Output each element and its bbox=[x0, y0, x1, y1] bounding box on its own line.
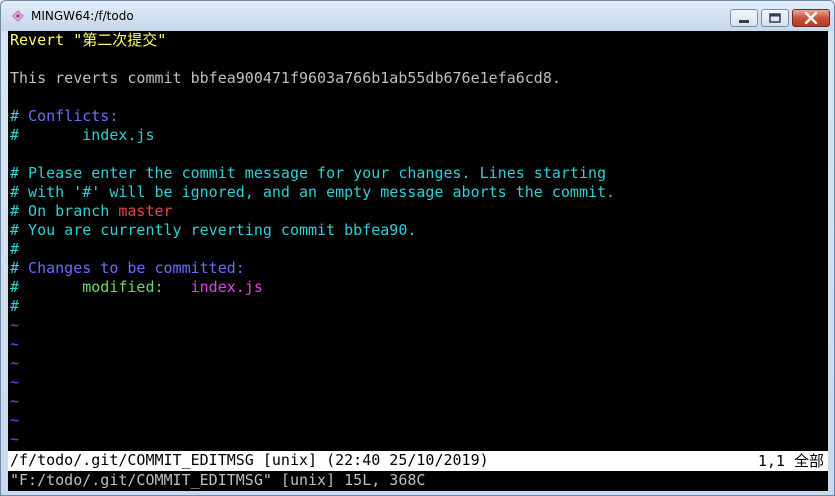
minimize-icon bbox=[739, 20, 749, 23]
reverting-line: # You are currently reverting commit bbf… bbox=[10, 221, 417, 239]
conflicts-label: Conflicts: bbox=[19, 107, 119, 125]
branch-name: master bbox=[118, 202, 173, 220]
empty-line-marker: ~ bbox=[10, 335, 20, 353]
comment-line: # bbox=[10, 297, 20, 315]
empty-line-marker: ~ bbox=[10, 392, 20, 410]
empty-line-marker: ~ bbox=[10, 373, 20, 391]
empty-line-marker: ~ bbox=[10, 430, 20, 448]
modified-file: index.js bbox=[163, 278, 263, 296]
close-button[interactable] bbox=[792, 9, 830, 27]
comment-hash: # bbox=[10, 259, 20, 277]
command-message-line: "F:/todo/.git/COMMIT_EDITMSG" [unix] 15L… bbox=[10, 471, 426, 489]
empty-line-marker: ~ bbox=[10, 354, 20, 372]
window-title: MINGW64:/f/todo bbox=[31, 9, 134, 23]
modified-file-line: # modified: index.js bbox=[10, 278, 263, 297]
empty-line-marker: ~ bbox=[10, 411, 20, 429]
minimize-button[interactable] bbox=[730, 9, 758, 27]
branch-prefix: # On branch bbox=[10, 202, 119, 220]
vim-statusline: /f/todo/.git/COMMIT_EDITMSG [unix] (22:4… bbox=[8, 451, 828, 471]
help-line-2: # with '#' will be ignored, and an empty… bbox=[10, 183, 616, 201]
conflict-file-line: # index.js bbox=[10, 126, 155, 145]
conflicts-header-line: # Conflicts: bbox=[10, 107, 118, 126]
revert-info-line: This reverts commit bbfea900471f9603a766… bbox=[10, 69, 561, 87]
app-icon bbox=[12, 10, 24, 22]
branch-line: # On branch master bbox=[10, 202, 173, 221]
help-line-1: # Please enter the commit message for yo… bbox=[10, 164, 607, 182]
comment-hash: # bbox=[10, 126, 20, 144]
close-icon bbox=[804, 11, 818, 25]
title-bar[interactable]: MINGW64:/f/todo bbox=[1, 1, 834, 31]
maximize-icon bbox=[769, 13, 781, 23]
modified-label: modified: bbox=[19, 278, 164, 296]
terminal-window: MINGW64:/f/todo Revert "第二次提交" This reve… bbox=[0, 0, 835, 496]
maximize-button[interactable] bbox=[761, 9, 789, 27]
conflict-file: index.js bbox=[19, 126, 155, 144]
comment-line: # bbox=[10, 240, 20, 258]
changes-label: Changes to be committed: bbox=[19, 259, 245, 277]
empty-line-marker: ~ bbox=[10, 316, 20, 334]
comment-hash: # bbox=[10, 278, 20, 296]
commit-title-line: Revert "第二次提交" bbox=[10, 31, 167, 49]
vim-editor[interactable]: Revert "第二次提交" This reverts commit bbfea… bbox=[8, 31, 828, 491]
status-file-info: /f/todo/.git/COMMIT_EDITMSG [unix] (22:4… bbox=[10, 451, 489, 469]
comment-hash: # bbox=[10, 107, 20, 125]
status-cursor-position: 1,1 全部 bbox=[757, 452, 824, 470]
changes-header-line: # Changes to be committed: bbox=[10, 259, 245, 278]
